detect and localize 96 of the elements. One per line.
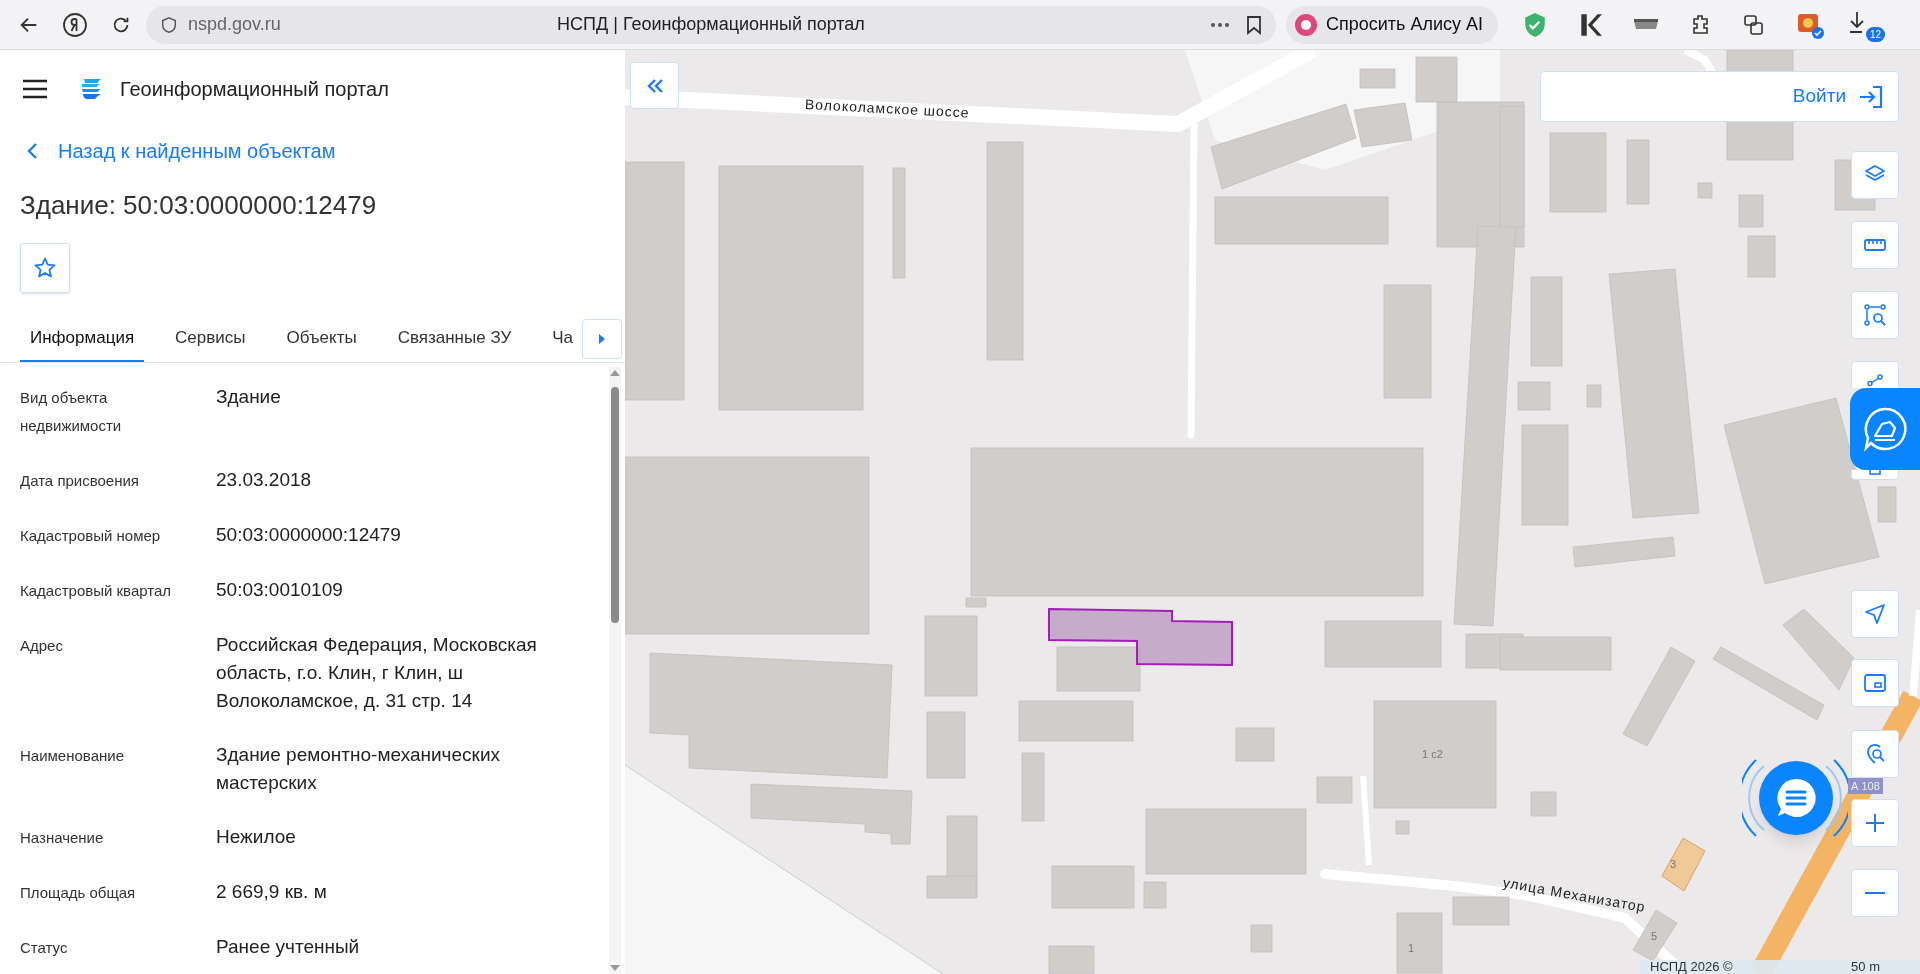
share-icon bbox=[1867, 374, 1883, 386]
object-heading: Здание: 50:03:0000000:12479 bbox=[20, 189, 378, 222]
back-link[interactable]: Назад к найденным объектам bbox=[26, 136, 336, 166]
collapse-panel-button[interactable] bbox=[630, 62, 679, 109]
app-title: Геоинформационный портал bbox=[120, 77, 389, 102]
field-label: Кадастровый номер bbox=[20, 526, 162, 546]
house-number: 1 bbox=[1408, 941, 1415, 956]
scroll-down-icon[interactable] bbox=[610, 964, 620, 972]
login-button[interactable]: Войти bbox=[1540, 71, 1899, 122]
print-button[interactable] bbox=[1851, 470, 1899, 480]
field-value: Ранее учтенный bbox=[216, 935, 361, 959]
field-value: 50:03:0000000:12479 bbox=[216, 523, 402, 547]
field-value: 2 669,9 кв. м bbox=[216, 880, 328, 904]
building[interactable] bbox=[1359, 68, 1396, 89]
building[interactable] bbox=[1453, 225, 1517, 627]
login-icon bbox=[1858, 83, 1884, 110]
assistant-icon bbox=[1294, 12, 1318, 37]
shield-icon bbox=[160, 15, 178, 34]
chat-icon bbox=[1774, 776, 1818, 820]
field-label: Площадь общая bbox=[20, 883, 137, 903]
building[interactable] bbox=[1723, 397, 1880, 585]
layers-button[interactable] bbox=[1851, 151, 1899, 199]
building[interactable] bbox=[926, 875, 977, 899]
url-text: nspd.gov.ru bbox=[188, 13, 281, 36]
building[interactable] bbox=[1622, 646, 1696, 747]
attribution-text: НСПД 2026 © bbox=[1650, 960, 1733, 974]
page-title: НСПД | Геоинформационный портал bbox=[556, 13, 866, 36]
field-label: Наименование bbox=[20, 746, 125, 766]
favorite-button[interactable] bbox=[20, 243, 70, 293]
zoom-out-button[interactable] bbox=[1851, 869, 1899, 917]
place-search-button[interactable] bbox=[1851, 730, 1899, 778]
bookmark-icon[interactable] bbox=[1246, 14, 1262, 35]
address-bar[interactable]: nspd.gov.ru НСПД | Геоинформационный портал bbox=[146, 5, 1276, 44]
chat-edit-icon bbox=[1862, 406, 1908, 452]
tab[interactable]: Объекты bbox=[276, 315, 367, 362]
more-icon[interactable] bbox=[1210, 21, 1230, 28]
house-number: 1 с2 bbox=[1422, 747, 1443, 762]
location-button[interactable] bbox=[1851, 590, 1899, 638]
assistant-button[interactable]: Спросить Алису AI bbox=[1286, 5, 1498, 44]
chevron-left-icon bbox=[26, 142, 38, 160]
field-label: Вид объекта недвижимости bbox=[20, 388, 123, 436]
zoom-in-button[interactable] bbox=[1851, 799, 1899, 847]
route-number-sign: А 108 bbox=[1848, 778, 1883, 794]
scrollbar[interactable] bbox=[609, 367, 621, 974]
field-label: Статус bbox=[20, 938, 69, 958]
double-chevron-left-icon bbox=[645, 77, 664, 94]
tab[interactable]: Сервисы bbox=[165, 315, 256, 362]
building[interactable] bbox=[750, 783, 913, 845]
selected-building-outline[interactable] bbox=[1048, 608, 1233, 666]
picture-in-picture-icon bbox=[1863, 671, 1887, 695]
building[interactable] bbox=[1712, 646, 1825, 721]
feedback-tab[interactable] bbox=[1850, 388, 1920, 470]
building[interactable] bbox=[1353, 102, 1413, 148]
tab[interactable]: Ча bbox=[542, 315, 584, 362]
download-count-badge: 12 bbox=[1865, 26, 1885, 42]
navigation-arrow-icon bbox=[1863, 602, 1887, 626]
plus-icon bbox=[1863, 811, 1887, 835]
tab[interactable]: Связанные ЗУ bbox=[387, 315, 522, 362]
share-button[interactable] bbox=[1851, 361, 1899, 388]
field-value: Российская Федерация, Московская область, г.о. Клин, г Клин, ш Волоколамское, д. 31 стр. 14 bbox=[216, 633, 538, 713]
field-label: Адрес bbox=[20, 636, 64, 656]
house-number: 5 bbox=[1651, 929, 1658, 944]
star-icon bbox=[33, 256, 57, 280]
building[interactable] bbox=[1782, 608, 1855, 691]
area-search-button[interactable] bbox=[1851, 291, 1899, 339]
field-label: Дата присвоения bbox=[20, 471, 140, 491]
field-value: Здание ремонтно-механических мастерских bbox=[216, 743, 501, 795]
house-number: 3 bbox=[1670, 857, 1677, 872]
collections-icon[interactable] bbox=[1742, 12, 1766, 37]
scale-label: 50 m bbox=[1851, 960, 1880, 974]
tab[interactable]: Информация bbox=[20, 315, 145, 362]
minimap-button[interactable] bbox=[1851, 659, 1899, 707]
tabs-scroll-button[interactable] bbox=[582, 319, 622, 359]
field-value: 23.03.2018 bbox=[216, 468, 313, 492]
field-label: Кадастровый квартал bbox=[20, 581, 173, 601]
building[interactable] bbox=[1572, 536, 1676, 568]
ruler-button[interactable] bbox=[1851, 221, 1899, 269]
field-value: Нежилое bbox=[216, 825, 297, 849]
printer-icon bbox=[1869, 470, 1881, 475]
building[interactable] bbox=[1608, 268, 1700, 519]
area-search-icon bbox=[1863, 303, 1887, 327]
minus-icon bbox=[1865, 892, 1885, 894]
scroll-up-icon[interactable] bbox=[610, 369, 620, 377]
caret-right-icon bbox=[598, 333, 606, 345]
browser-logo-icon[interactable] bbox=[62, 11, 88, 38]
building[interactable] bbox=[1415, 56, 1458, 103]
chat-button[interactable] bbox=[1759, 761, 1833, 835]
field-value: Здание bbox=[216, 385, 282, 409]
highlighted-building[interactable] bbox=[1661, 837, 1707, 893]
shield-check-icon[interactable] bbox=[1522, 11, 1548, 38]
menu-icon[interactable] bbox=[22, 79, 48, 99]
scrollbar-thumb[interactable] bbox=[611, 387, 619, 623]
building[interactable] bbox=[649, 652, 893, 779]
field-value: 50:03:0010109 bbox=[216, 578, 344, 602]
field-label: Назначение bbox=[20, 828, 105, 848]
street-label: Волоколамское шоссе bbox=[804, 95, 971, 123]
